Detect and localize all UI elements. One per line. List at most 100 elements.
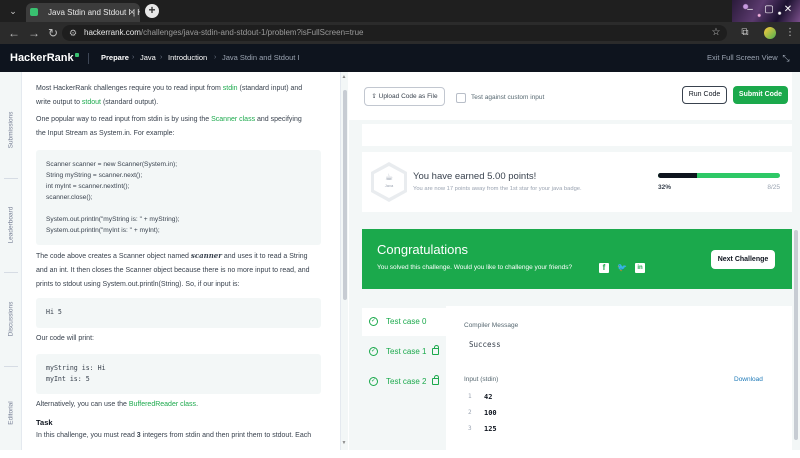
- url-text[interactable]: hackerrank.com/challenges/java-stdin-and…: [84, 25, 363, 41]
- scroll-up-icon[interactable]: ▲: [341, 74, 347, 80]
- profile-avatar[interactable]: [764, 27, 776, 39]
- browser-menu-icon[interactable]: ⋮: [784, 25, 796, 41]
- code-example-input: Hi 5: [36, 298, 321, 328]
- right-scrollbar-thumb[interactable]: [794, 230, 798, 440]
- progress-percent: 32%: [658, 184, 672, 191]
- back-arrow-icon[interactable]: ←: [6, 25, 22, 41]
- text: and specifying: [255, 116, 302, 123]
- code-line: myString is: Hi: [46, 364, 106, 372]
- code-line: Scanner scanner = new Scanner(System.in)…: [46, 161, 178, 168]
- text: .: [196, 401, 199, 408]
- scrollbar-thumb[interactable]: [343, 90, 347, 300]
- window-maximize-icon[interactable]: ▢: [761, 2, 777, 18]
- breadcrumb-introduction[interactable]: Introduction: [168, 44, 207, 72]
- tab-label: Editorial: [7, 401, 15, 425]
- test-case-2[interactable]: ✓ Test case 2: [362, 368, 446, 396]
- url-host: hackerrank.com: [84, 28, 141, 37]
- facebook-icon[interactable]: f: [599, 263, 609, 273]
- stdin-row: 3 125: [464, 421, 764, 437]
- text: and an int. It then closes the Scanner o…: [36, 267, 310, 274]
- logo-dot: [75, 53, 79, 57]
- download-link[interactable]: Download: [734, 376, 763, 383]
- tab-label: Discussions: [7, 301, 15, 337]
- line-value: 42: [484, 393, 493, 401]
- extensions-icon[interactable]: ⧉: [738, 25, 752, 41]
- tab-editorial[interactable]: Editorial: [0, 368, 22, 458]
- chevron-right-icon: ›: [214, 54, 217, 61]
- twitter-icon[interactable]: 🐦: [617, 263, 627, 273]
- stdin-row: 2 100: [464, 405, 764, 421]
- stdin-link[interactable]: stdin: [223, 85, 238, 92]
- tab-submissions[interactable]: Submissions: [0, 85, 22, 175]
- text: write output to: [36, 99, 82, 106]
- chevron-right-icon: ›: [160, 54, 163, 61]
- lock-icon: [432, 345, 439, 355]
- upload-code-button[interactable]: ⇪ Upload Code as File: [364, 87, 445, 106]
- check-circle-icon: ✓: [369, 347, 378, 356]
- tab-leaderboard[interactable]: Leaderboard: [0, 180, 22, 270]
- paragraph: Alternatively, you can use the BufferedR…: [36, 398, 328, 412]
- test-case-label: Test case 0: [386, 317, 427, 326]
- code-example-scanner: Scanner scanner = new Scanner(System.in)…: [36, 150, 321, 245]
- test-case-0[interactable]: ✓ Test case 0: [362, 308, 446, 336]
- bookmark-star-icon[interactable]: ☆: [710, 25, 722, 41]
- line-number: 2: [468, 409, 472, 416]
- points-card: [362, 152, 792, 212]
- linkedin-icon[interactable]: in: [635, 263, 645, 273]
- line-value: 125: [484, 425, 497, 433]
- tab-label: Leaderboard: [7, 206, 15, 244]
- new-tab-button[interactable]: +: [145, 4, 159, 18]
- custom-input-label[interactable]: Test against custom input: [471, 91, 544, 105]
- exit-fullscreen-link[interactable]: Exit Full Screen View: [707, 44, 778, 72]
- exit-fullscreen-icon[interactable]: ⤡: [780, 52, 792, 64]
- rail-divider: [4, 366, 18, 367]
- custom-input-checkbox[interactable]: [456, 93, 466, 103]
- scanner-class-link[interactable]: Scanner class: [211, 116, 255, 123]
- paragraph: Most HackerRank challenges require you t…: [36, 82, 328, 110]
- run-code-button[interactable]: Run Code: [682, 86, 727, 104]
- forward-arrow-icon[interactable]: →: [26, 25, 42, 41]
- progress-count: 8/25: [767, 184, 780, 191]
- text: (standard input) and: [237, 85, 303, 92]
- site-info-icon[interactable]: ⚙: [67, 27, 79, 39]
- text: integers from stdin and then print them …: [140, 432, 312, 439]
- tab-label: Submissions: [7, 111, 15, 149]
- stdout-link[interactable]: stdout: [82, 99, 101, 106]
- badge-progress-bar: [658, 173, 780, 178]
- breadcrumb-java[interactable]: Java: [140, 44, 156, 72]
- progress-fill-previous: [658, 173, 698, 178]
- browser-tab[interactable]: Java Stdin and Stdout I | Hack: [26, 3, 140, 22]
- breadcrumb-prepare[interactable]: Prepare: [101, 44, 129, 72]
- rail-divider: [4, 178, 18, 179]
- problem-statement: Most HackerRank challenges require you t…: [23, 72, 340, 450]
- tab-search-icon[interactable]: ⌄: [5, 3, 21, 19]
- paragraph: In this challenge, you must read 3 integ…: [36, 429, 328, 443]
- line-number: 3: [468, 425, 472, 432]
- tab-close-icon[interactable]: ×: [126, 3, 138, 22]
- hackerrank-logo[interactable]: HackerRank: [10, 44, 74, 72]
- test-case-1[interactable]: ✓ Test case 1: [362, 338, 446, 366]
- submit-code-button[interactable]: Submit Code: [733, 86, 788, 104]
- test-case-label: Test case 2: [386, 377, 427, 386]
- line-number: 1: [468, 393, 472, 400]
- compiler-message-label: Compiler Message: [464, 322, 519, 329]
- test-case-label: Test case 1: [386, 347, 427, 356]
- scroll-down-icon[interactable]: ▼: [341, 440, 347, 446]
- window-close-icon[interactable]: ✕: [780, 2, 796, 18]
- code-example-output: myString is: Hi myInt is: 5: [36, 354, 321, 394]
- tab-discussions[interactable]: Discussions: [0, 274, 22, 364]
- check-circle-icon: ✓: [369, 377, 378, 386]
- code-line: System.out.println("myString is: " + myS…: [46, 216, 180, 223]
- bufferedreader-link[interactable]: BufferedReader class: [129, 401, 196, 408]
- badge-name: Java: [384, 183, 394, 188]
- congratulations-subtitle: You solved this challenge. Would you lik…: [377, 264, 573, 271]
- card-top: [362, 124, 792, 146]
- upload-icon: ⇪: [371, 93, 379, 100]
- text: Alternatively, you can use the: [36, 401, 129, 408]
- reload-icon[interactable]: ↻: [45, 25, 61, 41]
- rail-divider: [4, 272, 18, 273]
- points-subtitle: You are now 17 points away from the 1st …: [413, 186, 582, 192]
- breadcrumb-current-challenge: Java Stdin and Stdout I: [222, 53, 300, 62]
- next-challenge-button[interactable]: Next Challenge: [711, 250, 775, 269]
- window-minimize-icon[interactable]: –: [742, 2, 758, 18]
